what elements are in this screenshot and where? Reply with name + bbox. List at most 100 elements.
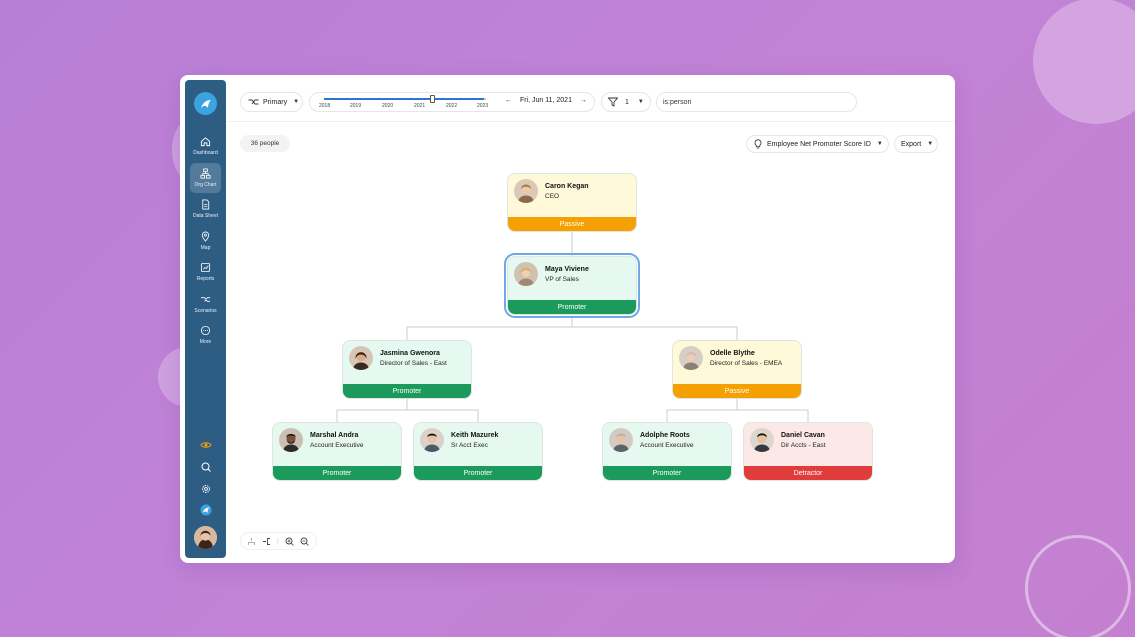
status-band: Detractor: [744, 466, 872, 480]
org-card-account-executive[interactable]: Marshal Andra Account Executive Promoter: [272, 422, 402, 481]
sidebar-item-label: Reports: [196, 276, 215, 282]
org-card-ceo[interactable]: Caron Kegan CEO Passive: [507, 173, 637, 232]
person-title: Sr Acct Exec: [451, 442, 488, 449]
main-area: Primary ▼ 2018 2019 2020 2021 2022 2023 …: [226, 75, 955, 563]
background-circle: [1033, 0, 1135, 124]
year-tick: 2022: [446, 103, 458, 109]
search-icon[interactable]: [199, 460, 212, 473]
sidebar-item-label: Org Chart: [194, 182, 217, 188]
more-icon: [200, 325, 211, 336]
filter-button[interactable]: 1 ▼: [601, 92, 651, 112]
tree-vertical-icon[interactable]: [247, 537, 256, 546]
person-photo: [609, 428, 633, 452]
scenarios-icon: [200, 297, 211, 302]
org-card-senior-account-executive[interactable]: Keith Mazurek Sr Acct Exec Promoter: [413, 422, 543, 481]
divider: |: [277, 537, 279, 545]
scenarios-icon: [248, 99, 259, 105]
chevron-down-icon: ▼: [637, 99, 644, 105]
chevron-down-icon: ▼: [293, 99, 300, 105]
home-icon: [200, 137, 211, 147]
timeline-slider[interactable]: 2018 2019 2020 2021 2022 2023 ← Fri, Jun…: [309, 92, 595, 112]
sidebar-item-dashboard[interactable]: Dashboard: [190, 131, 221, 161]
user-avatar[interactable]: [194, 526, 217, 549]
person-title: Director of Sales - East: [380, 360, 447, 367]
org-card-director-emea[interactable]: Odelle Blythe Director of Sales - EMEA P…: [672, 340, 802, 399]
app-window: Dashboard Org Chart Data Sheet Map Repor…: [180, 75, 955, 563]
background-ring: [1025, 535, 1131, 637]
app-logo[interactable]: [194, 92, 217, 115]
year-tick: 2023: [477, 103, 489, 109]
status-band: Promoter: [603, 466, 731, 480]
status-band: Promoter: [508, 300, 636, 314]
filter-count: 1: [625, 98, 629, 106]
person-name: Odelle Blythe: [710, 350, 755, 357]
sidebar-item-org-chart[interactable]: Org Chart: [190, 163, 221, 193]
status-band: Passive: [508, 217, 636, 231]
person-title: Director of Sales - EMEA: [710, 360, 783, 367]
year-tick: 2019: [350, 103, 362, 109]
tree-horizontal-icon[interactable]: [262, 537, 271, 546]
chart-tools: |: [240, 532, 317, 550]
sidebar-item-more[interactable]: More: [190, 320, 221, 350]
person-title: Dir Accts - East: [781, 442, 826, 449]
org-card-director-accounts[interactable]: Daniel Cavan Dir Accts - East Detractor: [743, 422, 873, 481]
logo-icon: [200, 99, 211, 108]
status-band: Promoter: [273, 466, 401, 480]
sidebar-item-label: Data Sheet: [192, 213, 219, 219]
date-label: Fri, Jun 11, 2021: [519, 97, 572, 104]
sidebar-item-label: More: [199, 339, 212, 345]
gear-icon[interactable]: [199, 482, 212, 495]
eye-icon[interactable]: [199, 438, 212, 451]
person-photo: [514, 179, 538, 203]
person-title: CEO: [545, 193, 560, 200]
person-title: Account Executive: [640, 442, 694, 449]
person-name: Adolphe Roots: [640, 432, 690, 439]
sidebar-item-scenarios[interactable]: Scenarios: [190, 289, 221, 319]
sidebar: Dashboard Org Chart Data Sheet Map Repor…: [185, 80, 226, 558]
person-photo: [420, 428, 444, 452]
person-title: VP of Sales: [545, 276, 579, 283]
sidebar-item-reports[interactable]: Reports: [190, 257, 221, 287]
person-photo: [514, 262, 538, 286]
person-photo: [279, 428, 303, 452]
org-card-account-executive[interactable]: Adolphe Roots Account Executive Promoter: [602, 422, 732, 481]
sidebar-item-label: Dashboard: [193, 150, 218, 156]
status-band: Promoter: [414, 466, 542, 480]
brand-icon[interactable]: [199, 503, 212, 516]
sidebar-item-data-sheet[interactable]: Data Sheet: [190, 194, 221, 224]
person-name: Daniel Cavan: [781, 432, 825, 439]
search-query: is:person: [663, 98, 692, 106]
org-card-director-east[interactable]: Jasmina Gwenora Director of Sales - East…: [342, 340, 472, 399]
person-name: Caron Kegan: [545, 183, 589, 190]
toolbar: Primary ▼ 2018 2019 2020 2021 2022 2023 …: [226, 75, 955, 122]
arrow-left-icon[interactable]: ←: [505, 97, 512, 104]
org-card-vp[interactable]: Maya Viviene VP of Sales Promoter: [504, 253, 640, 318]
sidebar-item-label: Scenarios: [194, 308, 217, 314]
arrow-right-icon[interactable]: →: [580, 97, 587, 104]
document-icon: [202, 199, 210, 210]
view-label: Primary: [263, 98, 288, 106]
status-band: Passive: [673, 384, 801, 398]
view-selector[interactable]: Primary ▼: [240, 92, 303, 112]
sidebar-item-label: Map: [200, 245, 211, 251]
org-chart-canvas: Caron Kegan CEO Passive Maya Viviene VP …: [226, 122, 955, 563]
person-name: Marshal Andra: [310, 432, 359, 439]
search-input[interactable]: is:person: [656, 92, 857, 112]
year-tick: 2020: [382, 103, 394, 109]
person-photo: [349, 346, 373, 370]
zoom-out-icon[interactable]: [300, 537, 309, 546]
sidebar-item-map[interactable]: Map: [190, 226, 221, 256]
chart-icon: [200, 262, 211, 273]
status-band: Promoter: [343, 384, 471, 398]
year-tick: 2018: [319, 103, 331, 109]
date-navigator: ← Fri, Jun 11, 2021 →: [505, 97, 587, 104]
person-name: Keith Mazurek: [451, 432, 499, 439]
timeline-handle[interactable]: [429, 95, 435, 103]
person-photo: [679, 346, 703, 370]
timeline-track-fill: [324, 98, 484, 100]
map-pin-icon: [201, 231, 210, 242]
person-name: Jasmina Gwenora: [380, 350, 440, 357]
person-photo: [750, 428, 774, 452]
person-name: Maya Viviene: [545, 266, 589, 273]
zoom-in-icon[interactable]: [285, 537, 294, 546]
